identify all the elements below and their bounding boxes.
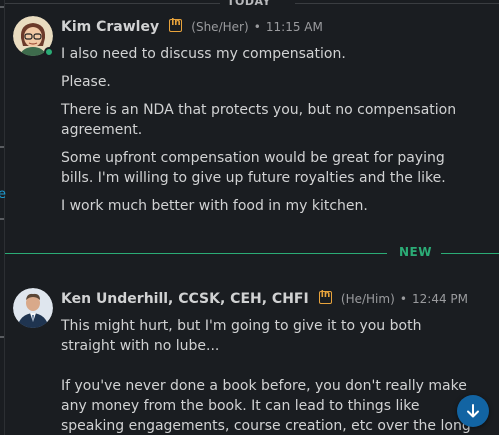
message-header: Kim Crawley in (She/Her) • 11:15 AM [61, 16, 479, 36]
message-paragraph: I work much better with food in my kitch… [61, 198, 368, 214]
date-divider: TODAY [5, 0, 499, 10]
header-separator: • [399, 292, 407, 306]
message-timestamp[interactable]: 12:44 PM [412, 292, 468, 306]
message-timestamp[interactable]: 11:15 AM [266, 20, 323, 34]
message-paragraph: There is an NDA that protects you, but n… [61, 102, 457, 138]
message-paragraph: This might hurt, but I'm going to give i… [61, 318, 422, 354]
divider-line [441, 253, 499, 254]
date-divider-label[interactable]: TODAY [227, 0, 271, 8]
message-item: Kim Crawley in (She/Her) • 11:15 AM I al… [13, 16, 499, 226]
message-content: Kim Crawley in (She/Her) • 11:15 AM I al… [61, 16, 479, 216]
divider-line [295, 3, 499, 4]
message-paragraph: Please. [61, 74, 111, 90]
edge-mark [0, 6, 4, 8]
edge-link-fragment[interactable]: e [0, 187, 6, 202]
divider-line [5, 253, 387, 254]
message-header: Ken Underhill, CCSK, CEH, CHFI in (He/Hi… [61, 288, 479, 308]
new-messages-label: NEW [399, 245, 432, 259]
scroll-to-bottom-button[interactable] [457, 395, 489, 427]
author-name[interactable]: Kim Crawley [61, 19, 159, 35]
message-pane: e TODAY Kim Crawley in (She/Her) • 11:15… [0, 0, 499, 435]
divider-line [5, 3, 220, 4]
message-paragraph: I also need to discuss my compensation. [61, 46, 346, 62]
author-pronouns: (She/Her) [191, 20, 249, 34]
edge-mark [0, 336, 4, 338]
header-separator: • [253, 20, 261, 34]
arrow-down-icon [467, 404, 479, 418]
avatar-photo-icon [13, 288, 53, 328]
message-item: Ken Underhill, CCSK, CEH, CHFI in (He/Hi… [13, 288, 499, 435]
edge-mark [0, 218, 4, 220]
author-pronouns: (He/Him) [340, 292, 395, 306]
online-status-indicator [44, 47, 54, 57]
linkedin-badge-icon[interactable]: in [169, 18, 183, 32]
edge-mark [0, 146, 4, 148]
message-paragraph: If you've never done a book before, you … [61, 378, 471, 434]
new-messages-divider: NEW [5, 244, 499, 264]
linkedin-badge-icon[interactable]: in [318, 290, 332, 304]
message-paragraph: Some upfront compensation would be great… [61, 150, 446, 186]
message-content: Ken Underhill, CCSK, CEH, CHFI in (He/Hi… [61, 288, 479, 435]
author-name[interactable]: Ken Underhill, CCSK, CEH, CHFI [61, 291, 309, 307]
avatar[interactable] [13, 288, 53, 328]
